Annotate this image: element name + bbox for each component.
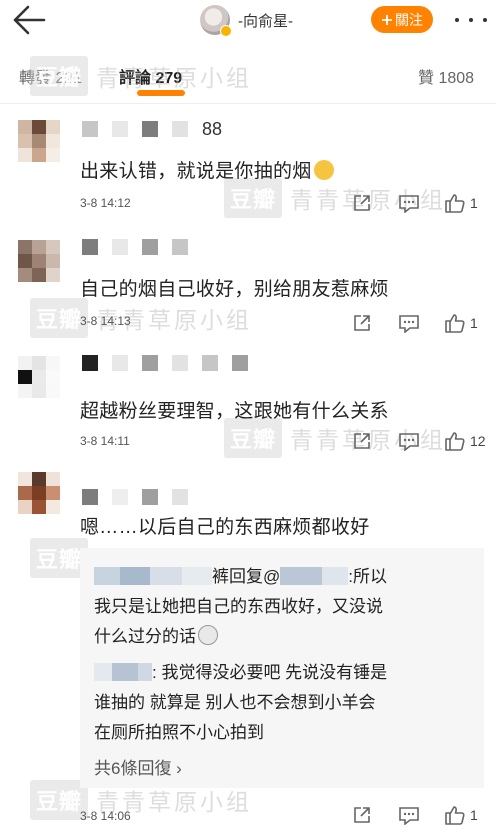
reply-text: 我只是让她把自己的东西收好，又没说	[94, 597, 383, 616]
top-bar: -向俞星- 關注	[0, 0, 496, 40]
comment-icon[interactable]	[398, 804, 420, 826]
thumbs-up-icon	[445, 314, 465, 333]
comment-item: 超越粉丝要理智，这跟她有什么关系 3-8 14:11 12	[0, 344, 496, 460]
reply-text: 谁抽的 就算是 别人也不会想到小羊会	[94, 693, 376, 712]
post-author[interactable]: -向俞星-	[200, 5, 293, 37]
comment-time: 3-8 14:12	[80, 196, 131, 210]
comment-actions: 12	[352, 430, 488, 452]
author-name: -向俞星-	[238, 12, 293, 30]
username-blurred[interactable]	[82, 488, 188, 506]
username-blurred[interactable]	[82, 354, 248, 372]
like-count: 1	[470, 315, 478, 331]
comment-text: 超越粉丝要理智，这跟她有什么关系	[80, 401, 389, 422]
plus-icon	[382, 14, 392, 25]
verified-badge-icon	[220, 25, 232, 37]
share-icon[interactable]	[352, 804, 372, 826]
tab-comments[interactable]: 評論 279	[119, 64, 182, 88]
follow-label: 關注	[395, 11, 423, 28]
avatar[interactable]	[200, 5, 232, 37]
tab-reposts[interactable]: 轉發 221	[19, 64, 82, 88]
thumbs-up-icon	[445, 194, 465, 213]
thumbs-up-icon	[445, 432, 465, 451]
username-blurred[interactable]	[94, 663, 112, 681]
like-button[interactable]: 1	[444, 192, 478, 214]
like-count: 1	[470, 195, 478, 211]
comment-actions: 1	[352, 804, 488, 826]
comment-time: 3-8 14:06	[80, 809, 131, 823]
comment-text: 出来认错，就说是你抽的烟	[80, 156, 334, 183]
comment-text: 自己的烟自己收好，别给朋友惹麻烦	[80, 279, 389, 300]
like-count: 1	[470, 807, 478, 823]
like-count: 12	[470, 433, 486, 449]
view-more-replies-link[interactable]: 共6條回復 ›	[94, 754, 182, 779]
comment-time: 3-8 14:13	[80, 314, 131, 328]
comment-icon[interactable]	[398, 312, 420, 334]
shocked-emoji-icon	[198, 625, 218, 645]
comment-actions: 1	[352, 312, 488, 334]
active-tab-indicator	[137, 90, 185, 96]
like-button[interactable]: 1	[444, 312, 478, 334]
share-icon[interactable]	[352, 192, 372, 214]
avatar[interactable]	[18, 240, 60, 282]
like-button[interactable]: 1	[444, 804, 478, 826]
username-blurred[interactable]	[82, 238, 188, 256]
reply-item: : 我觉得没必要吧 先说没有锤是	[94, 658, 387, 683]
follow-button[interactable]: 關注	[371, 6, 433, 33]
reply-text: 在厕所拍照不小心拍到	[94, 723, 264, 742]
comment-actions: 1	[352, 192, 488, 214]
share-icon[interactable]	[352, 312, 372, 334]
back-arrow-icon[interactable]	[10, 4, 48, 36]
avatar[interactable]	[18, 120, 60, 162]
reply-item: 裤回复@:所以	[94, 562, 387, 587]
username-blurred[interactable]	[94, 567, 120, 585]
comment-icon[interactable]	[398, 192, 420, 214]
share-icon[interactable]	[352, 430, 372, 452]
username-blurred[interactable]: 88	[82, 119, 222, 139]
comment-text: 嗯……以后自己的东西麻烦都收好	[80, 517, 370, 538]
more-options-icon[interactable]	[455, 10, 487, 30]
comment-icon[interactable]	[398, 430, 420, 452]
comment-item: 88 出来认错，就说是你抽的烟 3-8 14:12 1	[0, 112, 496, 222]
nested-replies: 裤回复@:所以 我只是让她把自己的东西收好，又没说 什么过分的话 : 我觉得没必…	[80, 548, 484, 788]
post-tabs: 轉發 221 評論 279 贊 1808	[0, 48, 496, 104]
like-button[interactable]: 12	[444, 430, 486, 452]
tab-likes[interactable]: 贊 1808	[418, 64, 474, 88]
avatar[interactable]	[18, 472, 60, 514]
thumbs-up-icon	[445, 806, 465, 825]
comment-item: 自己的烟自己收好，别给朋友惹麻烦 3-8 14:13 1	[0, 228, 496, 338]
doge-emoji-icon	[313, 160, 334, 180]
reply-text: 什么过分的话	[94, 622, 218, 647]
avatar[interactable]	[18, 356, 60, 398]
comment-time: 3-8 14:11	[80, 434, 130, 448]
